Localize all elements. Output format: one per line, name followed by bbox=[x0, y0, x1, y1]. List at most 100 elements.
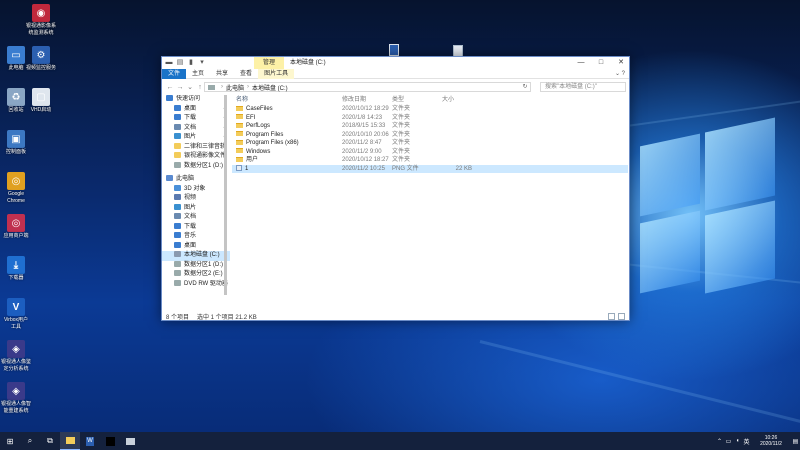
title-bar: ▬ ▤ ▮ ▾ bbox=[162, 57, 629, 69]
nav-item[interactable]: 桌面 bbox=[162, 241, 230, 252]
minimize-button[interactable]: — bbox=[571, 57, 591, 69]
desktop-shortcut[interactable]: ◉ 银视通影像系 统监测系统 bbox=[21, 4, 61, 36]
clock[interactable]: 10:26 2020/11/2 bbox=[751, 435, 791, 447]
breadcrumb-root[interactable]: 此电脑 bbox=[226, 83, 244, 92]
nav-item[interactable]: 图片 bbox=[162, 203, 230, 214]
nav-item[interactable]: DVD RW 驱动器 bbox=[162, 279, 230, 290]
recent-dropdown-icon[interactable]: ⌄ bbox=[185, 83, 195, 91]
nav-item-icon bbox=[166, 175, 173, 182]
nav-item[interactable]: 3D 对象 bbox=[162, 184, 230, 195]
column-name[interactable]: 名称 bbox=[232, 95, 342, 105]
nav-item[interactable]: 数据分区1 (D:) bbox=[162, 260, 230, 271]
file-row[interactable]: Windows 2020/11/2 9:00 文件夹 bbox=[232, 148, 628, 157]
column-date[interactable]: 修改日期 bbox=[342, 95, 392, 105]
nav-item-icon bbox=[174, 213, 181, 220]
close-button[interactable]: ✕ bbox=[611, 57, 631, 69]
volume-icon[interactable]: ◖ bbox=[733, 438, 742, 444]
desktop-shortcut[interactable]: ⚙ 视频监控服务 bbox=[21, 46, 61, 72]
forward-icon[interactable]: → bbox=[175, 84, 185, 91]
analysis-app-icon: ◈ bbox=[7, 340, 25, 358]
nav-item-label: 数据分区1 (D:) bbox=[184, 261, 224, 268]
desktop-shortcut[interactable]: ◈ 银视通人像智 能重建系统 bbox=[0, 382, 36, 414]
file-row[interactable]: PerfLogs 2018/9/15 15:33 文件夹 bbox=[232, 122, 628, 131]
nav-item[interactable]: 银视通影像文件 bbox=[162, 152, 230, 162]
task-view-icon[interactable]: ⧉ bbox=[40, 432, 60, 450]
file-row[interactable]: Program Files (x86) 2020/11/2 8:47 文件夹 bbox=[232, 139, 628, 148]
scrollbar-thumb[interactable] bbox=[224, 95, 227, 295]
file-row[interactable]: EFI 2020/1/8 14:23 文件夹 bbox=[232, 114, 628, 123]
desktop-shortcut-label: 银视通人像智 能重建系统 bbox=[0, 401, 31, 414]
search-box[interactable]: 搜索"本地磁盘 (C:)" bbox=[540, 82, 626, 92]
nav-item[interactable]: 数据分区1 (D:) bbox=[162, 161, 230, 172]
file-row[interactable]: 用户 2020/10/12 18:27 文件夹 bbox=[232, 156, 628, 165]
folder-icon bbox=[236, 122, 243, 128]
network-icon[interactable]: ▭ bbox=[724, 438, 733, 445]
desktop-shortcut[interactable]: ▣ 控制面板 bbox=[0, 130, 36, 156]
quick-access-dropdown-icon[interactable]: ▾ bbox=[198, 59, 206, 67]
word-doc-icon[interactable] bbox=[389, 44, 399, 56]
column-headers: 名称 修改日期 类型 大小 bbox=[232, 95, 628, 105]
nav-item[interactable]: 二律和三律音轨 bbox=[162, 142, 230, 153]
nav-item[interactable]: 快速访问 bbox=[162, 95, 230, 105]
nav-item[interactable]: 此电脑 bbox=[162, 175, 230, 185]
tab-home[interactable]: 主页 bbox=[186, 69, 210, 79]
nav-item[interactable]: 下载✦ bbox=[162, 114, 230, 124]
desktop-shortcut[interactable]: V Virbox用户 工具 bbox=[0, 298, 36, 330]
tab-picture-tools[interactable]: 图片工具 bbox=[258, 68, 295, 79]
tab-view[interactable]: 查看 bbox=[234, 69, 258, 79]
file-row[interactable]: Program Files 2020/10/10 20:06 文件夹 bbox=[232, 131, 628, 140]
large-icons-view-icon[interactable] bbox=[618, 313, 625, 320]
nav-item[interactable]: 图片✦ bbox=[162, 133, 230, 143]
nav-item[interactable]: 文档 bbox=[162, 213, 230, 223]
properties-icon[interactable]: ▤ bbox=[176, 59, 184, 67]
details-view-icon[interactable] bbox=[608, 313, 615, 320]
word-taskbar-icon[interactable]: W bbox=[80, 432, 100, 450]
desktop-shortcut-label: 控制面板 bbox=[5, 149, 26, 155]
nav-item[interactable]: 音乐 bbox=[162, 232, 230, 242]
refresh-icon[interactable]: ↻ bbox=[520, 83, 530, 91]
desktop-shortcut[interactable]: ◎ 应用商户端 bbox=[0, 214, 36, 240]
search-icon[interactable]: ⌕ bbox=[20, 432, 40, 450]
system-tray: ⌃ ▭ ◖ 英 10:26 2020/11/2 ▤ bbox=[715, 432, 800, 450]
notifications-icon[interactable]: ▤ bbox=[791, 438, 800, 445]
desktop-shortcut[interactable]: ⤓ 下载器 bbox=[0, 256, 36, 282]
file-date: 2020/10/12 18:27 bbox=[342, 157, 389, 163]
tab-file[interactable]: 文件 bbox=[162, 68, 187, 79]
manage-context-tab[interactable]: 管理 bbox=[254, 57, 284, 69]
breadcrumb-current[interactable]: 本地磁盘 (C:) bbox=[252, 83, 288, 92]
back-icon[interactable]: ← bbox=[165, 84, 175, 91]
desktop-shortcut-label: 银视通人像鉴 定分析系统 bbox=[0, 359, 31, 372]
file-row[interactable]: 1 2020/11/2 10:25 PNG 文件 22 KB bbox=[232, 164, 628, 173]
desktop-shortcut-label: VHD启动 bbox=[30, 107, 52, 113]
file-date: 2020/1/8 14:23 bbox=[342, 114, 383, 121]
tab-share[interactable]: 共享 bbox=[210, 69, 234, 79]
expand-ribbon-icon[interactable]: ⌄ ? bbox=[615, 69, 625, 79]
navigation-pane-scrollbar[interactable] bbox=[223, 95, 228, 295]
column-size[interactable]: 大小 bbox=[442, 95, 472, 105]
nav-item[interactable]: 文档✦ bbox=[162, 123, 230, 134]
input-method-icon[interactable]: 英 bbox=[742, 437, 751, 446]
start-icon[interactable]: ⊞ bbox=[0, 432, 20, 450]
wallpaper-beam bbox=[479, 340, 800, 426]
desktop-shortcut[interactable]: ◎ Google Chrome bbox=[0, 172, 36, 204]
nav-item[interactable]: 数据分区2 (E:) bbox=[162, 270, 230, 280]
file-date: 2020/11/2 8:47 bbox=[342, 140, 382, 146]
nav-item-label: 图片 bbox=[184, 204, 197, 211]
app-taskbar-icon[interactable] bbox=[120, 432, 140, 450]
nav-item-label: 视频 bbox=[184, 195, 197, 201]
black-app-taskbar-icon[interactable] bbox=[100, 432, 120, 450]
nav-item[interactable]: 视频 bbox=[162, 194, 230, 204]
desktop-shortcut[interactable]: ▢ VHD启动 bbox=[21, 88, 61, 114]
show-hidden-icons-icon[interactable]: ⌃ bbox=[715, 438, 724, 445]
column-type[interactable]: 类型 bbox=[392, 95, 442, 105]
file-row[interactable]: CaseFiles 2020/10/12 18:29 文件夹 bbox=[232, 105, 628, 114]
nav-item[interactable]: 本地磁盘 (C:) bbox=[162, 251, 230, 261]
desktop-shortcut[interactable]: ◈ 银视通人像鉴 定分析系统 bbox=[0, 340, 36, 372]
maximize-button[interactable]: □ bbox=[591, 57, 611, 69]
file-explorer-taskbar-icon[interactable] bbox=[60, 432, 80, 450]
window-title: 本地磁盘 (C:) bbox=[290, 60, 326, 66]
nav-item[interactable]: 下载 bbox=[162, 222, 230, 233]
new-folder-icon[interactable]: ▮ bbox=[187, 59, 195, 67]
nav-item[interactable]: 桌面✦ bbox=[162, 104, 230, 115]
address-bar[interactable]: › 此电脑 › 本地磁盘 (C:) ↻ bbox=[204, 82, 531, 92]
